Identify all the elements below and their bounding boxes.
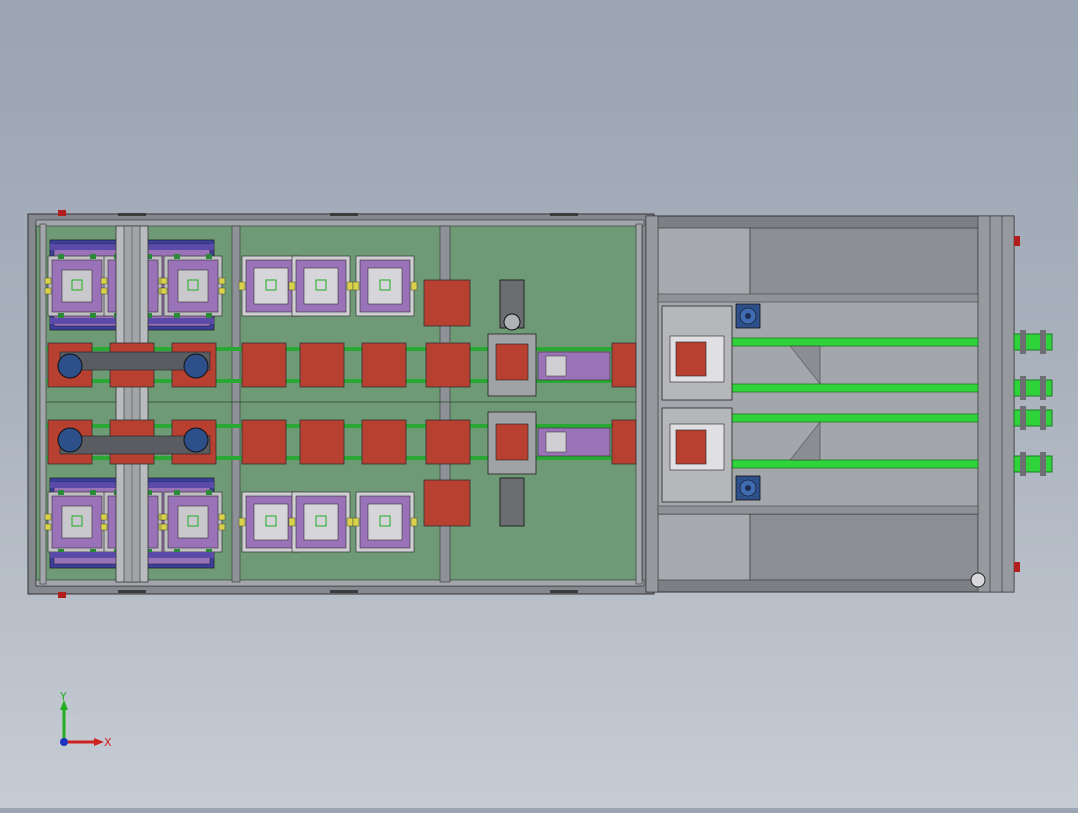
assembly-drawing: Y X: [27, 210, 1053, 749]
fixture-row-bottom[interactable]: [238, 491, 418, 553]
axis-x-label: X: [104, 736, 112, 749]
axis-y-label: Y: [59, 690, 67, 703]
output-connectors[interactable]: [1013, 330, 1053, 476]
right-frame[interactable]: [645, 215, 1020, 593]
axis-triad: [60, 700, 104, 746]
fixture-row-top[interactable]: [238, 255, 418, 317]
cad-viewport[interactable]: Y X: [0, 0, 1078, 808]
gantry-beam[interactable]: [115, 225, 149, 583]
